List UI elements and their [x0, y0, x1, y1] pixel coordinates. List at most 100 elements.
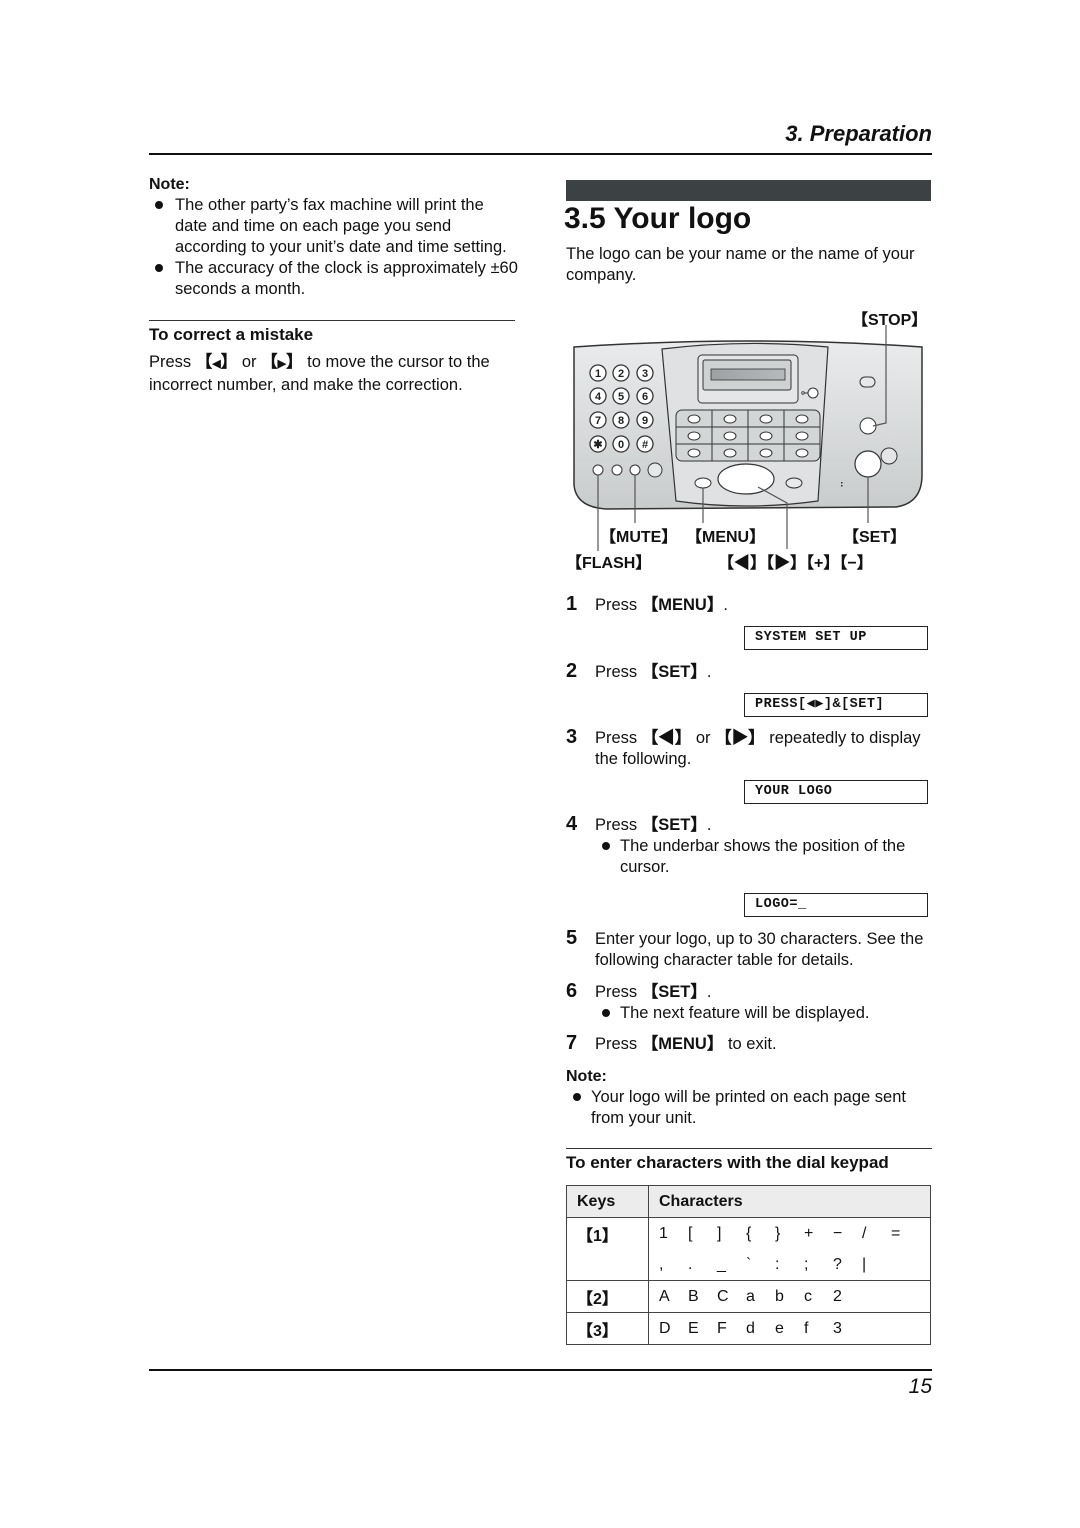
right-arrow-icon: ▶	[277, 358, 287, 370]
keypad-key[interactable]: #	[636, 435, 654, 453]
mute-label: 【MUTE】	[600, 529, 678, 546]
bullet-icon	[155, 264, 163, 272]
one-touch-button[interactable]	[723, 414, 737, 424]
one-touch-button[interactable]	[687, 448, 701, 458]
left-arrow-icon: ◀	[212, 358, 221, 370]
svg-text:1: 1	[595, 368, 601, 380]
character-line: ABCa b c 2	[659, 1281, 920, 1312]
svg-text:8: 8	[618, 415, 624, 427]
one-touch-button[interactable]	[687, 414, 701, 424]
one-touch-button[interactable]	[759, 448, 773, 458]
page-number: 15	[908, 1375, 932, 1398]
character: :	[775, 1255, 780, 1273]
lcd-display: PRESS[◀▶]&[SET]	[744, 693, 928, 717]
panel-button[interactable]	[647, 462, 663, 478]
section-title: 3.5 Your logo	[564, 202, 752, 235]
keypad-key[interactable]: 4	[589, 387, 607, 405]
bullet-icon	[155, 201, 163, 209]
character: ;	[804, 1255, 809, 1273]
mute-button[interactable]	[629, 464, 641, 476]
lcd-display: LOGO=_	[744, 893, 928, 917]
svg-text:9: 9	[642, 415, 648, 427]
section-title-bar	[566, 180, 931, 201]
keypad-key[interactable]: 5	[612, 387, 630, 405]
step-4: 4 Press 【SET】. The underbar shows the po…	[566, 813, 906, 877]
set-label: 【SET】	[843, 529, 907, 546]
step-3: 3 Press 【◀】 or 【▶】 repeatedly to display…	[566, 726, 921, 769]
svg-text:3: 3	[642, 368, 648, 380]
character: E	[688, 1319, 699, 1337]
character: `	[746, 1255, 752, 1273]
character: c	[804, 1287, 812, 1305]
keypad-key[interactable]: 1	[589, 364, 607, 382]
one-touch-button[interactable]	[723, 431, 737, 441]
panel-button[interactable]	[785, 477, 803, 489]
menu-button[interactable]	[694, 477, 712, 489]
note-item: Your logo will be printed on each page s…	[566, 1087, 932, 1129]
lcd-display: YOUR LOGO	[744, 780, 928, 804]
keypad-key[interactable]: 8	[612, 411, 630, 429]
set-key: 【SET】	[641, 663, 707, 681]
section-divider	[149, 320, 515, 321]
note-label: Note:	[566, 1068, 607, 1085]
character: |	[862, 1255, 867, 1273]
one-touch-button[interactable]	[795, 431, 809, 441]
panel-button[interactable]	[611, 464, 623, 476]
keypad-key[interactable]: 6	[636, 387, 654, 405]
col-characters: Characters	[648, 1185, 931, 1218]
svg-text:2: 2	[618, 368, 624, 380]
svg-text:#: #	[642, 439, 648, 451]
character: A	[659, 1287, 670, 1305]
section-divider	[566, 1148, 932, 1149]
characters-cell: 1 [] {} + − / =,. _ `:;? |	[648, 1217, 931, 1281]
step-2: 2 Press 【SET】.	[566, 660, 712, 682]
character: b	[775, 1287, 784, 1305]
set-key: 【SET】	[641, 816, 707, 834]
one-touch-button[interactable]	[687, 431, 701, 441]
set-button[interactable]	[854, 450, 882, 478]
character-line: 1 [] {} + − / =	[659, 1218, 920, 1249]
character: B	[688, 1287, 699, 1305]
keypad-key[interactable]: 2	[612, 364, 630, 382]
keypad-key[interactable]: 9	[636, 411, 654, 429]
one-touch-button[interactable]	[759, 414, 773, 424]
svg-text:✱: ✱	[593, 439, 602, 451]
note-item: The other party’s fax machine will print…	[149, 195, 519, 258]
flash-button[interactable]	[592, 464, 604, 476]
character: C	[717, 1287, 729, 1305]
characters-cell: DEFd e f 3	[648, 1312, 931, 1345]
note-list: The other party’s fax machine will print…	[149, 195, 519, 300]
menu-key: 【MENU】	[641, 596, 724, 614]
keypad-key[interactable]: 7	[589, 411, 607, 429]
panel-button[interactable]	[880, 447, 898, 465]
one-touch-button[interactable]	[723, 448, 737, 458]
left-arrow-key: 【◀】	[641, 729, 692, 747]
keypad-key[interactable]: 0	[612, 435, 630, 453]
character: +	[804, 1224, 814, 1242]
character-line: ,. _ `:;? |	[659, 1249, 920, 1280]
keypad-key[interactable]: ✱	[589, 435, 607, 453]
character: 2	[833, 1287, 842, 1305]
svg-text:7: 7	[595, 415, 601, 427]
character: a	[746, 1287, 755, 1305]
right-arrow-key: 【▶】	[715, 729, 765, 747]
lcd-display: SYSTEM SET UP	[744, 626, 928, 650]
one-touch-button[interactable]	[795, 414, 809, 424]
left-note: Note: The other party’s fax machine will…	[149, 176, 519, 300]
characters-cell: ABCa b c 2	[648, 1280, 931, 1313]
bullet-icon	[602, 842, 610, 850]
step-5: 5 Enter your logo, up to 30 characters. …	[566, 927, 924, 970]
one-touch-button[interactable]	[795, 448, 809, 458]
navigator-key[interactable]	[717, 463, 775, 495]
character: −	[833, 1224, 843, 1242]
character: .	[688, 1255, 693, 1273]
navigator-label: 【◀】【▶】【+】【−】	[718, 555, 873, 572]
one-touch-button[interactable]	[759, 431, 773, 441]
keypad-key[interactable]: 3	[636, 364, 654, 382]
note-list: Your logo will be printed on each page s…	[566, 1087, 932, 1129]
svg-text:0: 0	[618, 439, 624, 451]
character: ]	[717, 1224, 722, 1242]
note-label: Note:	[149, 176, 190, 193]
correct-mistake-heading: To correct a mistake	[149, 325, 314, 344]
panel-button[interactable]	[859, 376, 876, 388]
